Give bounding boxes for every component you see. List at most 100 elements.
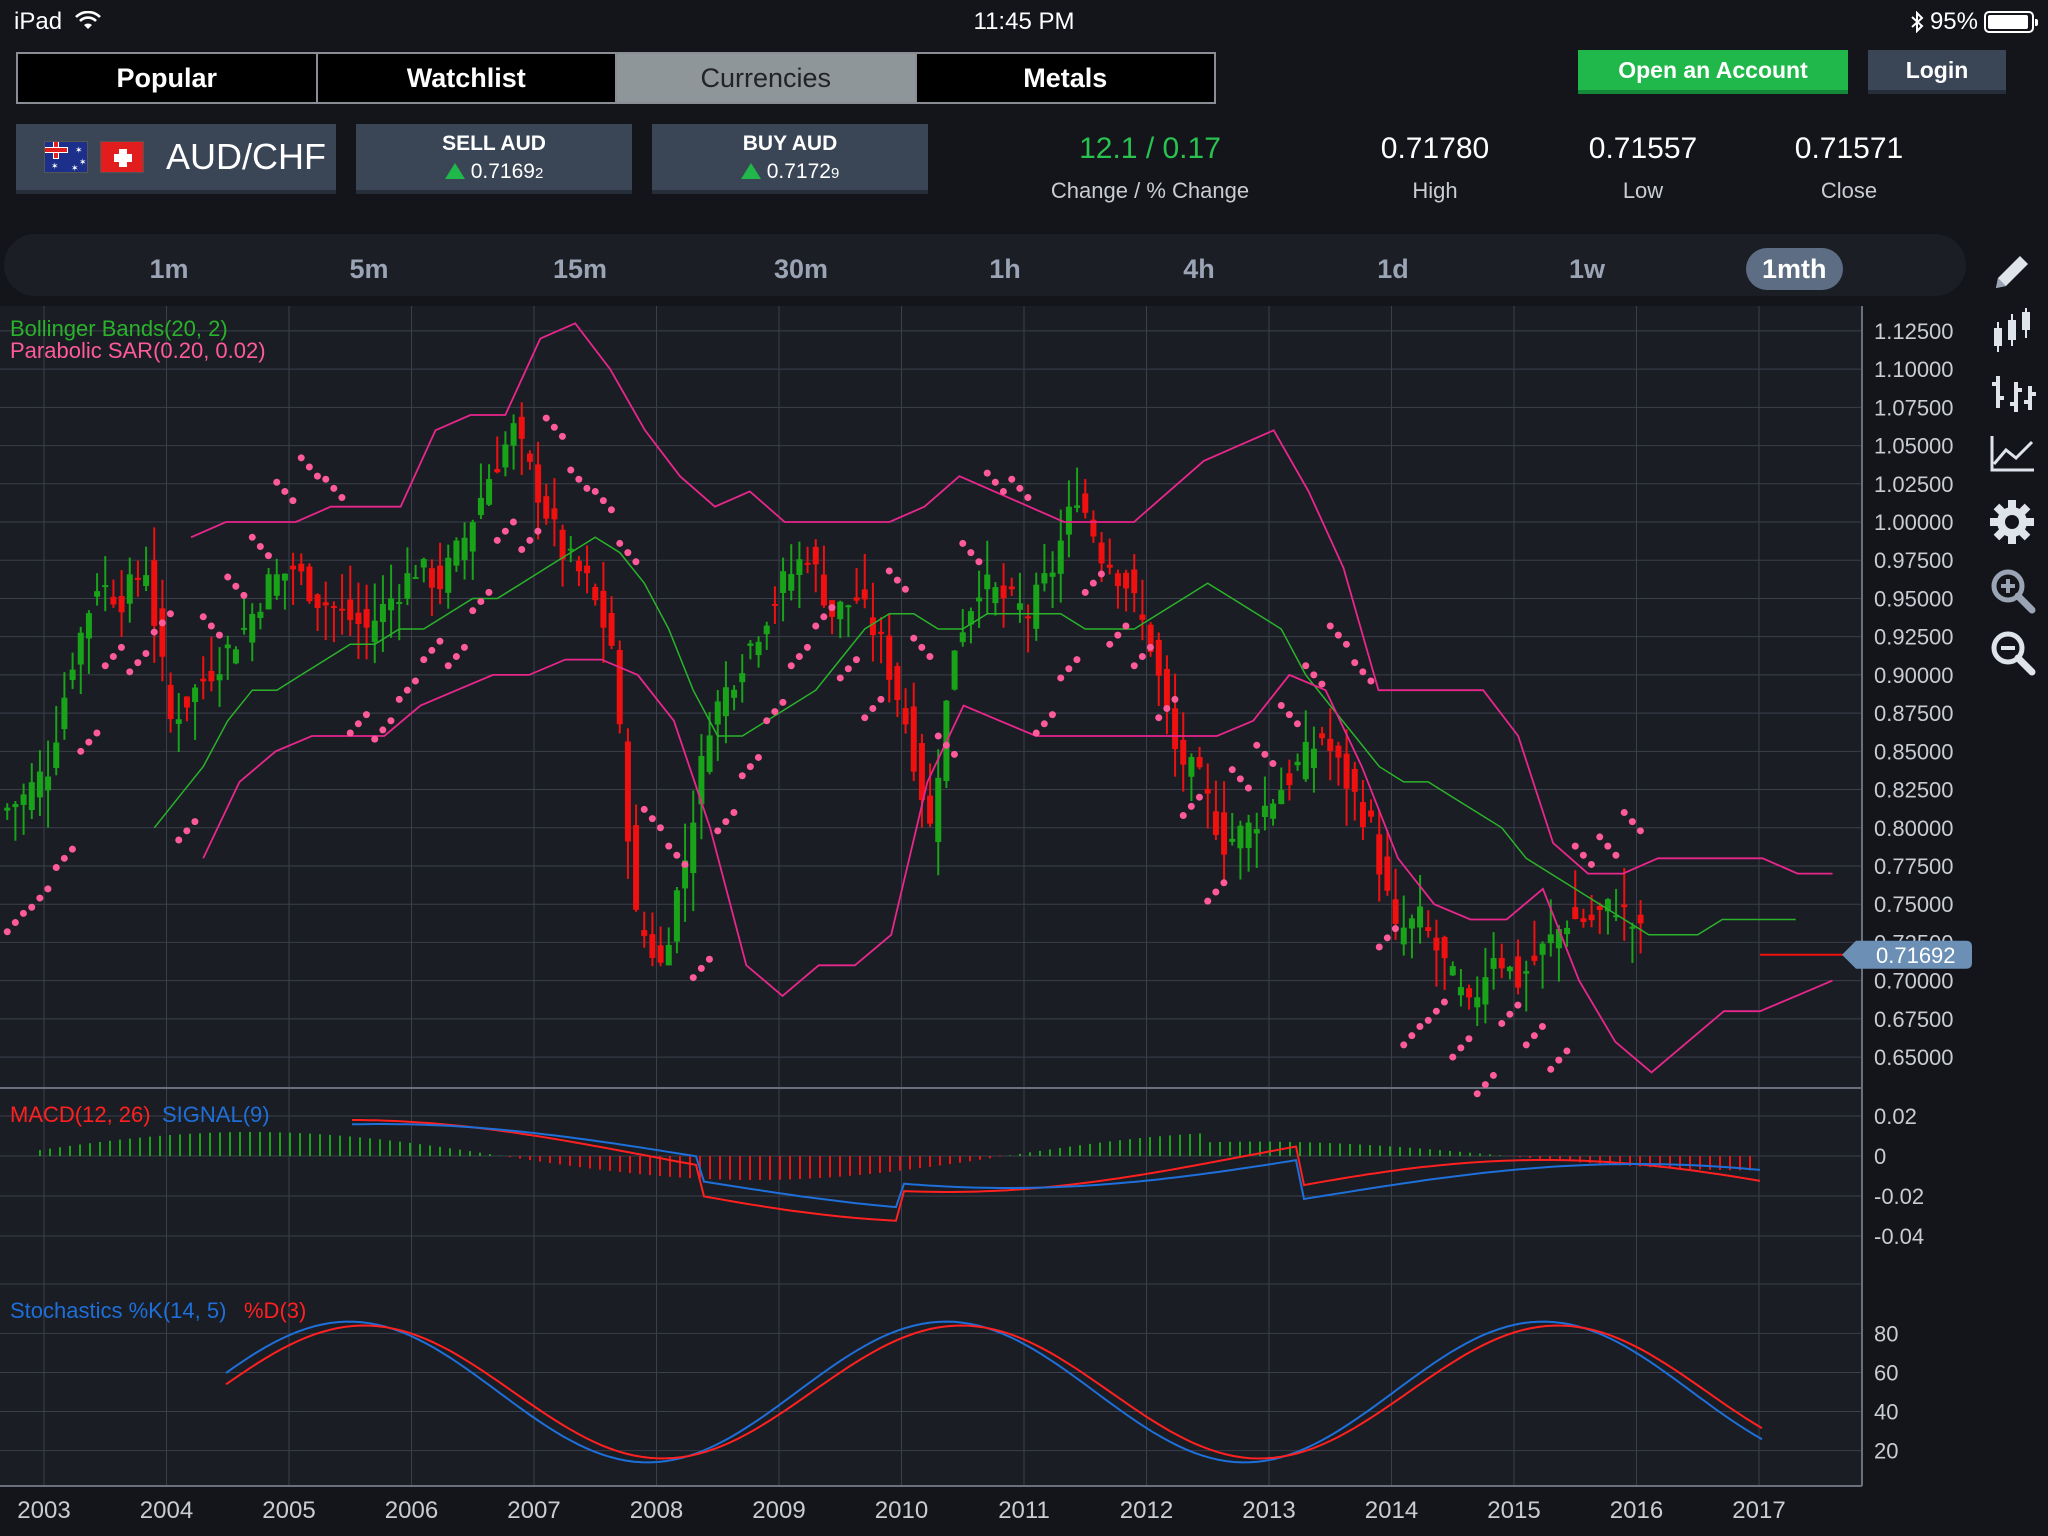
candle-down [1286,773,1293,786]
sar-dot [518,546,526,554]
sar-dot [852,656,860,664]
sar-dot [1465,1035,1473,1043]
sar-dot [526,536,534,544]
candle-up [780,571,787,594]
timeframe-1m[interactable]: 1m [124,248,214,290]
price-tick-label: 1.00000 [1874,510,1954,535]
candle-up [763,625,770,635]
candle-up [976,597,983,602]
candle-up [379,603,386,623]
timeframe-1mth[interactable]: 1mth [1746,248,1843,290]
sar-dot [346,729,354,737]
candle-up [469,522,476,552]
sar-dot [542,414,550,422]
gear-icon[interactable] [1988,498,2036,546]
candle-up [1302,741,1309,780]
timeframe-5m[interactable]: 5m [324,248,414,290]
tab-metals[interactable]: Metals [916,54,1214,102]
sar-dot [289,497,297,505]
price-chart[interactable]: 1.12500 1.10000 1.07500 1.05000 1.02500 1.000… [0,306,1976,1536]
candle-down [437,565,444,590]
candle-up [1253,829,1260,834]
sar-dot [1481,1081,1489,1089]
candle-down [494,469,501,473]
candle-up [796,559,803,575]
sar-dot [730,808,738,816]
sar-dot [763,717,771,725]
candle-up [45,776,52,791]
line-chart-icon[interactable] [1988,428,2036,476]
candle-down [1596,906,1603,911]
candle-up [845,605,852,608]
battery-percent: 95% [1929,8,1978,35]
sar-dot [297,454,305,462]
candle-up [739,673,746,683]
candle-down [1114,573,1121,587]
candle-up [1400,927,1407,945]
candlestick-icon[interactable] [1988,308,2036,356]
candle-down [1172,708,1179,750]
candle-up [1547,934,1554,944]
timeframe-1d[interactable]: 1d [1348,248,1438,290]
candle-up [257,611,264,619]
sar-dot [844,665,852,673]
tab-currencies[interactable]: Currencies [617,54,917,102]
candle-down [771,603,778,606]
candle-up [984,574,991,590]
battery-icon [1984,11,2038,33]
sar-dot [746,763,754,771]
stoch-k-label: Stochastics %K(14, 5) [10,1298,226,1323]
sar-dot [150,628,158,636]
candle-up [706,735,713,772]
timeframe-30m[interactable]: 30m [746,248,856,290]
candle-down [322,602,329,606]
candle-down [624,741,631,842]
sar-dot [681,860,689,868]
sar-dot [1261,750,1269,758]
year-tick-label: 2015 [1487,1497,1540,1524]
timeframe-1w[interactable]: 1w [1542,248,1632,290]
timeframe-15m[interactable]: 15m [530,248,630,290]
chart-canvas[interactable]: 1.12500 1.10000 1.07500 1.05000 1.02500 1.000… [0,306,1976,1536]
price-tick-label: 1.07500 [1874,395,1954,420]
sar-dot [477,598,485,606]
macd-label: MACD(12, 26) [10,1102,151,1127]
timeframe-4h[interactable]: 4h [1154,248,1244,290]
tab-watchlist[interactable]: Watchlist [317,54,617,102]
sar-dot [460,643,468,651]
candle-up [388,598,395,611]
candle-down [1180,739,1187,765]
zoom-in-icon[interactable] [1988,566,2036,614]
open-account-button[interactable]: Open an Account [1578,50,1848,94]
ohlc-bars-icon[interactable] [1988,368,2036,416]
bluetooth-icon [1911,11,1924,33]
instrument-selector[interactable]: ✶ ✶ ✶ ✶ AUD/CHF [16,124,336,194]
pencil-icon[interactable] [1988,248,2036,296]
candle-up [502,444,509,468]
sar-dot [1302,662,1310,670]
timeframe-1h[interactable]: 1h [960,248,1050,290]
login-button[interactable]: Login [1868,50,2006,94]
candle-down [518,416,525,439]
sar-dot [1212,888,1220,896]
sar-dot [901,585,909,593]
sar-dot [1081,588,1089,596]
sell-button[interactable]: SELL AUD 0.71692 [356,124,632,194]
zoom-out-icon[interactable] [1988,628,2036,676]
sar-dot [68,845,76,853]
sar-dot [1351,659,1359,667]
sar-dot [934,732,942,740]
macd-tick-label: 0.02 [1874,1104,1917,1129]
sar-dot [1408,1032,1416,1040]
sar-dot [1620,808,1628,816]
low-label: Low [1622,178,1664,203]
candle-down [592,586,599,601]
buy-price: 0.71729 [652,160,928,184]
tab-popular[interactable]: Popular [18,54,318,102]
status-right: 95% [1910,8,2038,36]
candle-down [1327,738,1334,752]
buy-button[interactable]: BUY AUD 0.71729 [652,124,928,194]
sar-dot [60,854,68,862]
change-stat: 12.1 / 0.17 Change / % Change [1030,132,1270,204]
candle-up [20,794,27,805]
